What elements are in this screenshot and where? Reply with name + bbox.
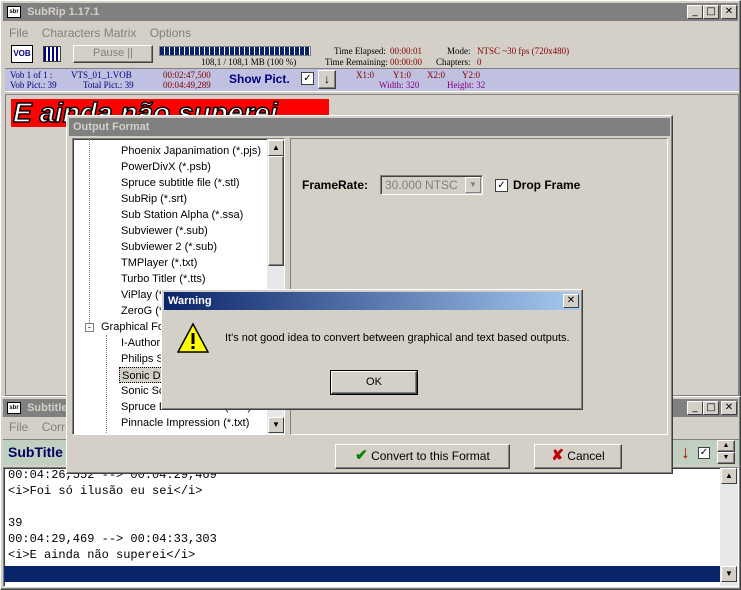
x2-value: X2:0 bbox=[427, 70, 445, 80]
app-icon: sbr bbox=[7, 6, 21, 19]
vob-icon[interactable]: VOB bbox=[11, 45, 33, 63]
vob-count: Vob 1 of 1 : bbox=[10, 70, 53, 80]
time-elapsed-label: Time Elapsed: bbox=[334, 46, 386, 56]
warning-dialog: Warning ✕ It's not good idea to convert … bbox=[161, 289, 583, 410]
cancel-label: Cancel bbox=[567, 449, 605, 463]
mode-label: Mode: bbox=[447, 46, 471, 56]
height-value: Height: 32 bbox=[447, 80, 486, 90]
pause-button[interactable]: Pause || bbox=[73, 45, 153, 63]
selected-line-highlight bbox=[4, 566, 720, 582]
matrix-icon[interactable] bbox=[43, 46, 61, 62]
close-button[interactable]: ✕ bbox=[721, 5, 737, 19]
format-scroll-down[interactable]: ▼ bbox=[268, 417, 284, 433]
cancel-x-icon: ✘ bbox=[551, 447, 564, 464]
red-down-arrow-icon[interactable]: ↓ bbox=[681, 442, 690, 463]
menu-file[interactable]: File bbox=[9, 26, 28, 40]
y2-value: Y2:0 bbox=[462, 70, 480, 80]
format-item[interactable]: TMPlayer (*.txt) bbox=[121, 255, 197, 271]
maximize-button[interactable]: □ bbox=[703, 5, 719, 19]
subtitles-minimize-button[interactable]: _ bbox=[687, 401, 703, 415]
format-item[interactable]: SubRip (*.srt) bbox=[121, 191, 187, 207]
format-item[interactable]: Turbo Titler (*.tts) bbox=[121, 271, 206, 287]
subtitles-checkbox[interactable]: ✓ bbox=[698, 447, 710, 459]
y1-value: Y1:0 bbox=[393, 70, 411, 80]
subtitle-scroll-down[interactable]: ▼ bbox=[721, 566, 737, 582]
vob-time-end: 00:04:49,289 bbox=[163, 80, 211, 90]
warning-title: Warning bbox=[168, 295, 212, 307]
subtitle-text-area[interactable]: 00:04:26,552 --> 00:04:29,469 <i>Foi só … bbox=[3, 467, 739, 587]
show-pict-label: Show Pict. bbox=[229, 72, 290, 86]
chevron-down-icon[interactable]: ▼ bbox=[465, 177, 481, 193]
tree-line bbox=[106, 335, 107, 434]
convert-label: Convert to this Format bbox=[371, 449, 490, 463]
format-item[interactable]: Sub Station Alpha (*.ssa) bbox=[121, 207, 243, 223]
progress-bar bbox=[159, 46, 311, 56]
main-menubar: File Characters Matrix Options bbox=[9, 26, 201, 40]
time-remaining-label: Time Remaining: bbox=[325, 57, 388, 67]
show-pict-checkbox[interactable]: ✓ bbox=[301, 72, 314, 85]
warning-message: It's not good idea to convert between gr… bbox=[225, 332, 570, 344]
format-item[interactable]: Phoenix Japanimation (*.pjs) bbox=[121, 143, 261, 159]
format-scroll-thumb[interactable] bbox=[268, 156, 284, 266]
output-format-title: Output Format bbox=[73, 121, 150, 133]
time-remaining-value: 00:00:00 bbox=[390, 57, 423, 67]
chapters-value: 0 bbox=[477, 57, 482, 67]
drop-frame-checkbox[interactable]: ✓ bbox=[495, 179, 508, 192]
framerate-select[interactable]: 30.000 NTSC ▼ bbox=[380, 175, 483, 195]
spin-down-button[interactable]: ▼ bbox=[717, 452, 735, 464]
main-titlebar[interactable]: sbr SubRip 1.17.1 bbox=[3, 3, 738, 21]
cancel-button[interactable]: ✘ Cancel bbox=[534, 444, 622, 469]
subtitle-line: 00:04:29,469 --> 00:04:33,303 bbox=[8, 532, 217, 546]
format-item[interactable]: Subviewer 2 (*.sub) bbox=[121, 239, 217, 255]
vob-time-start: 00:02:47,500 bbox=[163, 70, 211, 80]
drop-frame-label: Drop Frame bbox=[513, 178, 581, 192]
main-title: SubRip 1.17.1 bbox=[27, 6, 100, 18]
format-item[interactable]: Spruce subtitle file (*.stl) bbox=[121, 175, 240, 191]
convert-button[interactable]: ✔ Convert to this Format bbox=[335, 444, 510, 469]
subtitle-line: <i>E ainda não superei</i> bbox=[8, 548, 196, 562]
width-value: Width: 320 bbox=[379, 80, 420, 90]
time-elapsed-value: 00:00:01 bbox=[390, 46, 423, 56]
spin-up-button[interactable]: ▲ bbox=[717, 440, 735, 452]
x1-value: X1:0 bbox=[356, 70, 374, 80]
collapse-icon[interactable]: - bbox=[85, 323, 94, 332]
format-scroll-up[interactable]: ▲ bbox=[268, 140, 284, 156]
subtitle-line: 39 bbox=[8, 516, 23, 530]
ok-button[interactable]: OK bbox=[330, 370, 418, 395]
minimize-button[interactable]: _ bbox=[687, 5, 703, 19]
subtitles-menu-file[interactable]: File bbox=[9, 420, 28, 434]
format-item[interactable]: PowerDivX (*.psb) bbox=[121, 159, 211, 175]
menu-characters-matrix[interactable]: Characters Matrix bbox=[42, 26, 137, 40]
mode-value: NTSC ~30 fps (720x480) bbox=[477, 46, 570, 56]
down-arrow-button[interactable]: ↓ bbox=[318, 70, 336, 89]
progress-text: 108,1 / 108,1 MB (100 %) bbox=[201, 57, 297, 67]
framerate-label: FrameRate: bbox=[302, 178, 369, 192]
checkmark-icon: ✔ bbox=[355, 447, 368, 464]
total-pict: Total Pict.: 39 bbox=[83, 80, 134, 90]
subtitles-maximize-button[interactable]: □ bbox=[703, 401, 719, 415]
menu-options[interactable]: Options bbox=[150, 26, 191, 40]
subtitle-label: SubTitle bbox=[8, 444, 63, 460]
warning-close-button[interactable]: ✕ bbox=[563, 294, 579, 308]
framerate-value: 30.000 NTSC bbox=[385, 178, 458, 192]
subtitle-scroll-up[interactable]: ▲ bbox=[721, 468, 737, 484]
subtitle-line: <i>Foi só ilusão eu sei</i> bbox=[8, 484, 203, 498]
tree-line bbox=[89, 139, 90, 329]
output-format-titlebar[interactable]: Output Format bbox=[69, 118, 670, 136]
warning-titlebar[interactable]: Warning bbox=[164, 292, 580, 310]
chapters-label: Chapters: bbox=[436, 57, 471, 67]
subtitles-app-icon: sbr bbox=[7, 402, 21, 415]
subtitles-close-button[interactable]: ✕ bbox=[721, 401, 737, 415]
format-item[interactable]: Pinnacle Impression (*.txt) bbox=[121, 415, 249, 431]
vob-pict: Vob Pict.: 39 bbox=[10, 80, 57, 90]
format-item[interactable]: Subviewer (*.sub) bbox=[121, 223, 208, 239]
warning-icon bbox=[176, 322, 210, 354]
vts-filename: VTS_01_1.VOB bbox=[71, 70, 132, 80]
